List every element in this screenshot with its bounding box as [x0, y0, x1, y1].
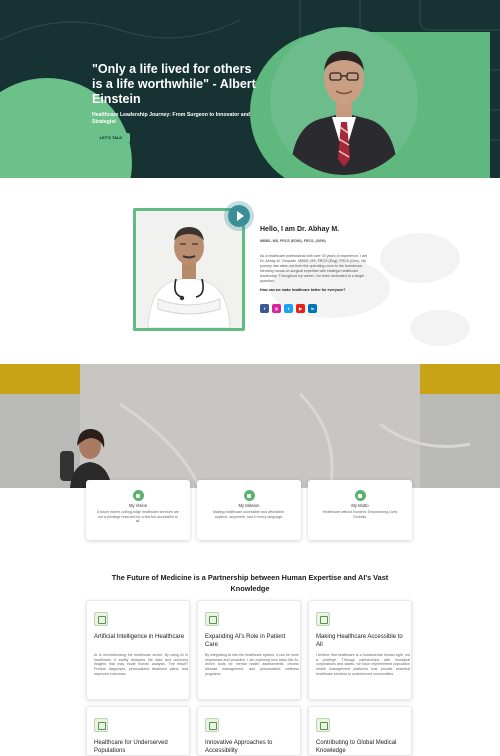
- about-bio: As a healthcare professional with over 3…: [260, 254, 368, 283]
- feature-card-title: Healthcare for Underserved Populations: [94, 740, 168, 754]
- feature-card-text: I believe that healthcare is a fundament…: [316, 653, 410, 676]
- play-video-button[interactable]: [228, 205, 250, 227]
- patient-care-icon: [205, 612, 219, 626]
- linkedin-icon[interactable]: in: [308, 304, 317, 313]
- feature-card[interactable]: Contributing to Global Medical Knowledge: [308, 706, 412, 756]
- lets-talk-button[interactable]: LET'S TALK: [92, 133, 130, 143]
- feature-card-text: AI is revolutionizing the healthcare sec…: [94, 653, 188, 676]
- about-title: Hello, I am Dr. Abhay M.: [260, 226, 340, 233]
- world-map-background: [270, 233, 470, 346]
- vision-text: A future where cutting-edge healthcare s…: [96, 510, 180, 524]
- instagram-icon[interactable]: ◎: [272, 304, 281, 313]
- motto-text: Healthcare without Borders: Empowering L…: [322, 510, 398, 519]
- feature-card[interactable]: Healthcare for Underserved Populations: [86, 706, 190, 756]
- hero-quote: "Only a life lived for others is a life …: [92, 62, 256, 106]
- twitter-icon[interactable]: t: [284, 304, 293, 313]
- hero-portrait: [270, 27, 418, 175]
- feature-card-title: Expanding AI's Role in Patient Care: [205, 634, 286, 648]
- banner-image-section: [0, 364, 500, 488]
- feature-card[interactable]: Expanding AI's Role in Patient Care By i…: [197, 600, 301, 700]
- doctor-portrait-illustration: [290, 51, 398, 175]
- feature-card-title: Innovative Approaches to Accessibility: [205, 740, 273, 754]
- feature-card[interactable]: Innovative Approaches to Accessibility: [197, 706, 301, 756]
- banner-person-illustration: [60, 428, 112, 488]
- feature-card-title: Making Healthcare Accessible to All: [316, 634, 403, 648]
- accessibility-icon: [316, 612, 330, 626]
- innovation-icon: [205, 718, 219, 732]
- global-knowledge-icon: [316, 718, 330, 732]
- feature-card-text: By integrating AI into the healthcare sy…: [205, 653, 299, 676]
- mission-icon: [243, 490, 255, 501]
- doctor-photo: [147, 227, 231, 328]
- page: "Only a life lived for others is a life …: [0, 0, 500, 756]
- youtube-icon[interactable]: ▶: [296, 304, 305, 313]
- about-degrees: MBBS, MS, FRCS (EDIN), FRCS, (GEN): [260, 239, 326, 243]
- feature-card-title: Artificial Intelligence in Healthcare: [94, 634, 185, 640]
- vision-icon: [132, 490, 144, 501]
- vision-card: My Vision A future where cutting-edge he…: [86, 480, 190, 540]
- motto-icon: [354, 490, 366, 501]
- mission-card: My Mission Making healthcare accessible …: [197, 480, 301, 540]
- social-links: f ◎ t ▶ in: [260, 304, 317, 313]
- feature-card[interactable]: Making Healthcare Accessible to All I be…: [308, 600, 412, 700]
- feature-card-title: Contributing to Global Medical Knowledge: [316, 740, 397, 754]
- about-section: Hello, I am Dr. Abhay M. MBBS, MS, FRCS …: [0, 178, 500, 364]
- motto-card: My Motto Healthcare without Borders: Emp…: [308, 480, 412, 540]
- underserved-populations-icon: [94, 718, 108, 732]
- feature-card[interactable]: Artificial Intelligence in Healthcare AI…: [86, 600, 190, 700]
- hero-subtitle: Healthcare Leadership Journey: From Surg…: [92, 112, 250, 125]
- hero-section: "Only a life lived for others is a life …: [0, 0, 500, 178]
- mission-text: Making healthcare accessible and afforda…: [212, 510, 286, 519]
- facebook-icon[interactable]: f: [260, 304, 269, 313]
- future-section-title: The Future of Medicine is a Partnership …: [111, 573, 389, 593]
- ai-healthcare-icon: [94, 612, 108, 626]
- about-photo-frame: [133, 208, 245, 331]
- about-question: How can we make healthcare better for ev…: [260, 288, 346, 292]
